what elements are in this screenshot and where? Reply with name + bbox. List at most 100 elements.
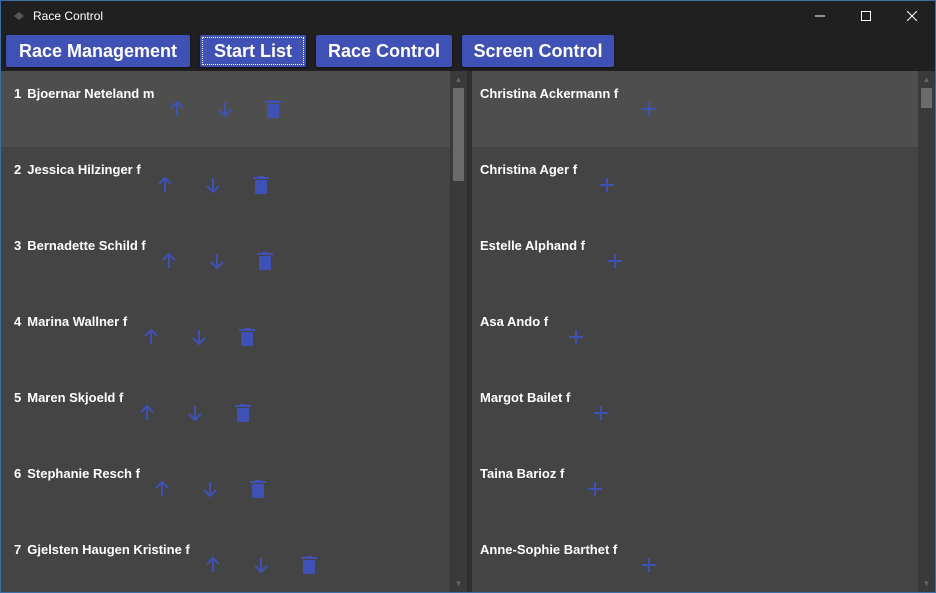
delete-button[interactable] <box>250 174 272 196</box>
racer-label: 1 Bjoernar Neteland m <box>14 86 154 101</box>
content-area: ▲ ▼ 1 Bjoernar Neteland m 2 Jessica Hilzing… <box>1 71 935 592</box>
move-down-button[interactable] <box>184 402 206 424</box>
scroll-thumb[interactable] <box>453 88 464 181</box>
available-racer-row[interactable]: Christina Ager f <box>472 147 918 223</box>
race-control-button[interactable]: Race Control <box>316 35 452 67</box>
racer-name: Marina Wallner f <box>27 314 128 329</box>
move-down-button[interactable] <box>188 326 210 348</box>
arrow-up-icon <box>170 100 184 116</box>
available-racer-row[interactable]: Estelle Alphand f <box>472 223 918 299</box>
start-list-row[interactable]: 2 Jessica Hilzinger f <box>1 147 450 223</box>
racer-label: 4 Marina Wallner f <box>14 314 127 329</box>
arrow-down-icon <box>218 102 232 118</box>
racer-name: Estelle Alphand f <box>480 238 585 253</box>
add-racer-button[interactable] <box>596 174 618 196</box>
move-down-button[interactable] <box>199 478 221 500</box>
delete-button[interactable] <box>232 402 254 424</box>
minimize-icon <box>815 15 825 17</box>
move-up-button[interactable] <box>151 478 173 500</box>
plus-icon <box>642 558 656 572</box>
racer-name: Maren Skjoeld f <box>27 390 124 405</box>
arrow-up-icon <box>158 176 172 192</box>
move-up-button[interactable] <box>136 402 158 424</box>
plus-icon <box>569 330 583 344</box>
racer-label: 6 Stephanie Resch f <box>14 466 140 481</box>
arrow-down-icon <box>210 254 224 270</box>
start-list-row[interactable]: 5 Maren Skjoeld f <box>1 375 450 451</box>
move-down-button[interactable] <box>206 250 228 272</box>
delete-button[interactable] <box>236 326 258 348</box>
delete-button[interactable] <box>247 478 269 500</box>
scroll-up-icon[interactable]: ▲ <box>450 71 467 88</box>
move-up-button[interactable] <box>154 174 176 196</box>
trash-icon <box>301 556 317 574</box>
delete-button[interactable] <box>254 250 276 272</box>
maximize-icon <box>861 11 871 21</box>
scroll-down-icon[interactable]: ▼ <box>918 575 935 592</box>
delete-button[interactable] <box>262 98 284 120</box>
trash-icon <box>253 176 269 194</box>
start-number: 7 <box>14 542 22 557</box>
move-up-button[interactable] <box>158 250 180 272</box>
title-bar: Race Control <box>1 1 935 31</box>
start-list-row[interactable]: 7 Gjelsten Haugen Kristine f <box>1 527 450 592</box>
screen-control-button[interactable]: Screen Control <box>462 35 614 67</box>
available-racer-row[interactable]: Anne-Sophie Barthet f <box>472 527 918 592</box>
arrow-up-icon <box>144 328 158 344</box>
scroll-up-icon[interactable]: ▲ <box>918 71 935 88</box>
trash-icon <box>257 252 273 270</box>
maximize-button[interactable] <box>843 1 889 31</box>
minimize-button[interactable] <box>797 1 843 31</box>
available-racer-row[interactable]: Margot Bailet f <box>472 375 918 451</box>
trash-icon <box>235 404 251 422</box>
move-down-button[interactable] <box>214 98 236 120</box>
add-racer-button[interactable] <box>590 402 612 424</box>
start-list-row[interactable]: 1 Bjoernar Neteland m <box>1 71 450 147</box>
arrow-up-icon <box>206 556 220 572</box>
arrow-down-icon <box>188 406 202 422</box>
available-scrollbar[interactable]: ▲ ▼ <box>918 71 935 592</box>
plus-icon <box>594 406 608 420</box>
move-up-button[interactable] <box>166 98 188 120</box>
start-list-button[interactable]: Start List <box>200 35 306 67</box>
trash-icon <box>239 328 255 346</box>
racer-name: Taina Barioz f <box>480 466 565 481</box>
start-number: 5 <box>14 390 22 405</box>
start-list-row[interactable]: 3 Bernadette Schild f <box>1 223 450 299</box>
move-down-button[interactable] <box>250 554 272 576</box>
arrow-down-icon <box>192 330 206 346</box>
add-racer-button[interactable] <box>584 478 606 500</box>
plus-icon <box>588 482 602 496</box>
race-management-button[interactable]: Race Management <box>6 35 190 67</box>
start-number: 6 <box>14 466 22 481</box>
start-list-row[interactable]: 4 Marina Wallner f <box>1 299 450 375</box>
nav-toolbar: Race Management Start List Race Control … <box>1 31 935 71</box>
scroll-down-icon[interactable]: ▼ <box>450 575 467 592</box>
delete-button[interactable] <box>298 554 320 576</box>
add-racer-button[interactable] <box>638 98 660 120</box>
add-racer-button[interactable] <box>604 250 626 272</box>
racer-name: Gjelsten Haugen Kristine f <box>27 542 190 557</box>
available-racers-pane: ▲ ▼ Christina Ackermann f Christina Ager … <box>472 71 935 592</box>
start-list-row[interactable]: 6 Stephanie Resch f <box>1 451 450 527</box>
start-number: 3 <box>14 238 22 253</box>
available-racer-row[interactable]: Taina Barioz f <box>472 451 918 527</box>
start-number: 1 <box>14 86 22 101</box>
start-list-scrollbar[interactable]: ▲ ▼ <box>450 71 467 592</box>
add-racer-button[interactable] <box>638 554 660 576</box>
racer-label: 2 Jessica Hilzinger f <box>14 162 141 177</box>
scroll-thumb[interactable] <box>921 88 932 108</box>
add-racer-button[interactable] <box>565 326 587 348</box>
available-racer-row[interactable]: Asa Ando f <box>472 299 918 375</box>
close-button[interactable] <box>889 1 935 31</box>
arrow-up-icon <box>155 480 169 496</box>
available-racer-row[interactable]: Christina Ackermann f <box>472 71 918 147</box>
arrow-down-icon <box>254 558 268 574</box>
trash-icon <box>250 480 266 498</box>
racer-name: Christina Ager f <box>480 162 578 177</box>
move-up-button[interactable] <box>202 554 224 576</box>
move-up-button[interactable] <box>140 326 162 348</box>
move-down-button[interactable] <box>202 174 224 196</box>
racer-name: Anne-Sophie Barthet f <box>480 542 618 557</box>
racer-label: 7 Gjelsten Haugen Kristine f <box>14 542 190 557</box>
